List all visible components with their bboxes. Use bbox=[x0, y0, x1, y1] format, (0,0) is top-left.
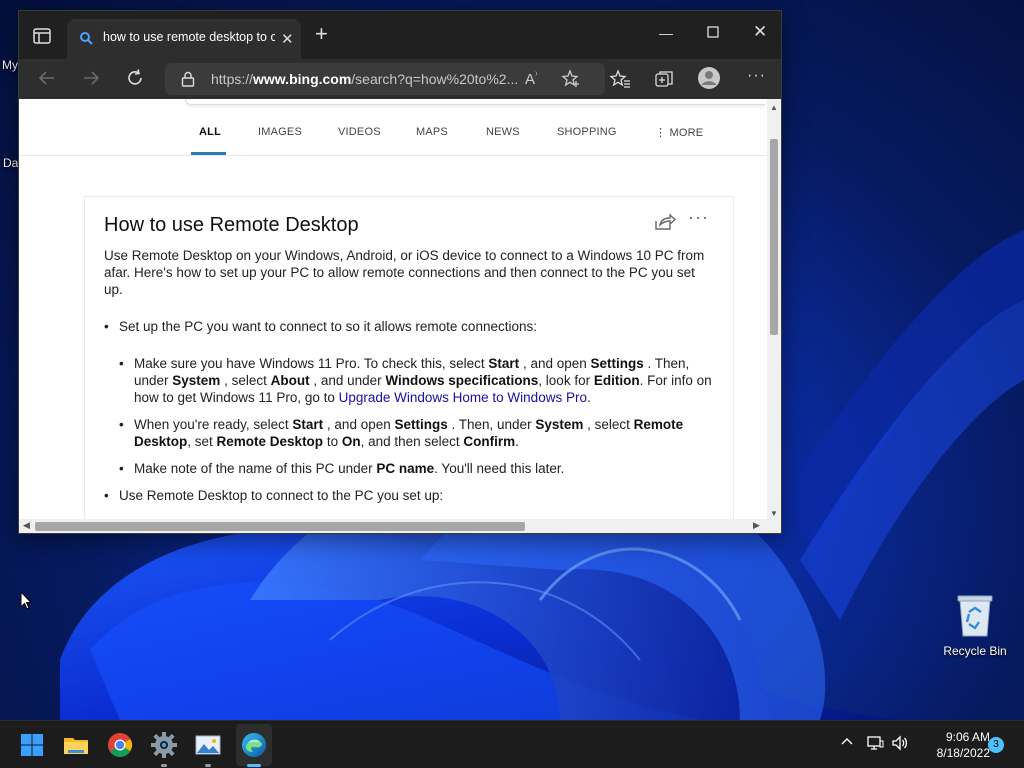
mouse-cursor-icon bbox=[20, 590, 33, 615]
step-list-item: Use Remote Desktop to connect to the PC … bbox=[104, 487, 709, 504]
search-favicon-icon bbox=[79, 31, 93, 50]
forward-icon[interactable] bbox=[81, 68, 101, 93]
address-bar[interactable]: https://www.bing.com/search?q=how%20to%2… bbox=[165, 63, 605, 95]
answer-card: How to use Remote Desktop ··· Use Remote… bbox=[85, 197, 733, 519]
running-app-indicator bbox=[161, 764, 167, 767]
scroll-down-arrow-icon[interactable]: ▼ bbox=[770, 509, 778, 518]
clock-time: 9:06 AM bbox=[945, 730, 990, 744]
scroll-left-arrow-icon[interactable]: ◀ bbox=[23, 520, 30, 531]
close-window-icon[interactable]: ✕ bbox=[753, 22, 767, 42]
scope-tab-maps[interactable]: MAPS bbox=[416, 126, 448, 138]
taskbar: 9:06 AM 8/18/2022 3 bbox=[0, 720, 1024, 768]
file-explorer-icon[interactable] bbox=[60, 729, 92, 761]
substep-list-item: Make sure you have Windows 11 Pro. To ch… bbox=[119, 355, 714, 406]
collections-icon[interactable] bbox=[653, 68, 675, 95]
volume-icon[interactable] bbox=[891, 735, 909, 756]
answer-title: How to use Remote Desktop bbox=[104, 214, 359, 236]
browser-window: how to use remote desktop to co ✕ + — ✕ … bbox=[18, 10, 782, 534]
recycle-bin-icon bbox=[957, 594, 993, 638]
step-list-item: Set up the PC you want to connect to so … bbox=[104, 318, 709, 335]
upgrade-windows-link[interactable]: Upgrade Windows Home to Windows Pro bbox=[339, 390, 587, 405]
recycle-bin-label: Recycle Bin bbox=[943, 644, 1007, 658]
taskbar-clock[interactable]: 9:06 AM 8/18/2022 bbox=[914, 729, 990, 761]
desktop-icon-label-fragment[interactable]: Da bbox=[3, 156, 18, 170]
new-tab-icon[interactable]: + bbox=[315, 23, 328, 45]
show-hidden-icons-chevron-icon[interactable] bbox=[840, 735, 854, 754]
tab-actions-icon[interactable] bbox=[31, 25, 53, 47]
scope-tab-images[interactable]: IMAGES bbox=[258, 126, 302, 138]
scope-tab-videos[interactable]: VIDEOS bbox=[338, 126, 381, 138]
settings-gear-icon[interactable] bbox=[148, 729, 180, 761]
horizontal-scroll-thumb[interactable] bbox=[35, 522, 525, 531]
settings-more-icon[interactable]: ··· bbox=[747, 67, 766, 85]
vertical-scroll-thumb[interactable] bbox=[770, 139, 778, 335]
scope-tab-more[interactable]: ⋮ MORE bbox=[655, 126, 703, 139]
clock-date: 8/18/2022 bbox=[936, 746, 990, 760]
maximize-icon[interactable] bbox=[707, 25, 719, 41]
browser-toolbar: https://www.bing.com/search?q=how%20to%2… bbox=[19, 59, 781, 99]
vertical-scrollbar[interactable]: ▲ ▼ bbox=[767, 99, 781, 519]
recycle-bin-desktop-icon[interactable]: Recycle Bin bbox=[940, 594, 1010, 658]
scope-tab-news[interactable]: NEWS bbox=[486, 126, 520, 138]
scope-tab-shopping[interactable]: SHOPPING bbox=[557, 126, 617, 138]
answer-intro: Use Remote Desktop on your Windows, Andr… bbox=[104, 248, 705, 297]
active-scope-indicator bbox=[191, 152, 226, 155]
profile-avatar-icon[interactable] bbox=[697, 66, 721, 95]
lock-icon[interactable] bbox=[181, 71, 195, 92]
start-windows-icon[interactable] bbox=[16, 729, 48, 761]
photo-viewer-icon[interactable] bbox=[192, 729, 224, 761]
tab-title: how to use remote desktop to co bbox=[103, 30, 275, 44]
favorites-icon[interactable] bbox=[609, 68, 631, 95]
scrollbar-corner bbox=[767, 519, 781, 533]
search-scope-tabs: ALL IMAGES VIDEOS MAPS NEWS SHOPPING ⋮ M… bbox=[19, 99, 767, 156]
edge-browser-icon[interactable] bbox=[238, 729, 270, 761]
scope-tab-all[interactable]: ALL bbox=[199, 126, 221, 138]
tab-bing-search[interactable]: how to use remote desktop to co ✕ bbox=[67, 19, 301, 59]
horizontal-scrollbar[interactable]: ◀ ▶ bbox=[19, 519, 767, 533]
desktop-icon-label-fragment[interactable]: My bbox=[2, 58, 18, 72]
active-app-indicator bbox=[247, 764, 261, 767]
scroll-right-arrow-icon[interactable]: ▶ bbox=[753, 520, 760, 531]
tab-strip: how to use remote desktop to co ✕ + — ✕ bbox=[19, 11, 781, 59]
back-icon[interactable] bbox=[37, 68, 57, 93]
chrome-icon[interactable] bbox=[104, 729, 136, 761]
close-tab-icon[interactable]: ✕ bbox=[281, 30, 294, 48]
url-text[interactable]: https://www.bing.com/search?q=how%20to%2… bbox=[211, 71, 531, 87]
add-favorite-icon[interactable] bbox=[561, 69, 581, 94]
read-aloud-icon[interactable]: A⁾ bbox=[525, 70, 537, 88]
web-page-content: ALL IMAGES VIDEOS MAPS NEWS SHOPPING ⋮ M… bbox=[19, 99, 767, 519]
notification-count-badge[interactable]: 3 bbox=[988, 737, 1004, 753]
refresh-icon[interactable] bbox=[125, 68, 145, 93]
scroll-up-arrow-icon[interactable]: ▲ bbox=[770, 103, 778, 112]
minimize-icon[interactable]: — bbox=[659, 25, 673, 41]
running-app-indicator bbox=[205, 764, 211, 767]
network-icon[interactable] bbox=[866, 735, 884, 756]
substep-list-item: Make note of the name of this PC under P… bbox=[119, 460, 714, 477]
share-icon[interactable] bbox=[654, 213, 677, 236]
substep-list-item: When you're ready, select Start , and op… bbox=[119, 416, 714, 450]
vertical-dots-icon: ⋮ bbox=[655, 127, 667, 139]
card-more-options-icon[interactable]: ··· bbox=[688, 207, 709, 228]
